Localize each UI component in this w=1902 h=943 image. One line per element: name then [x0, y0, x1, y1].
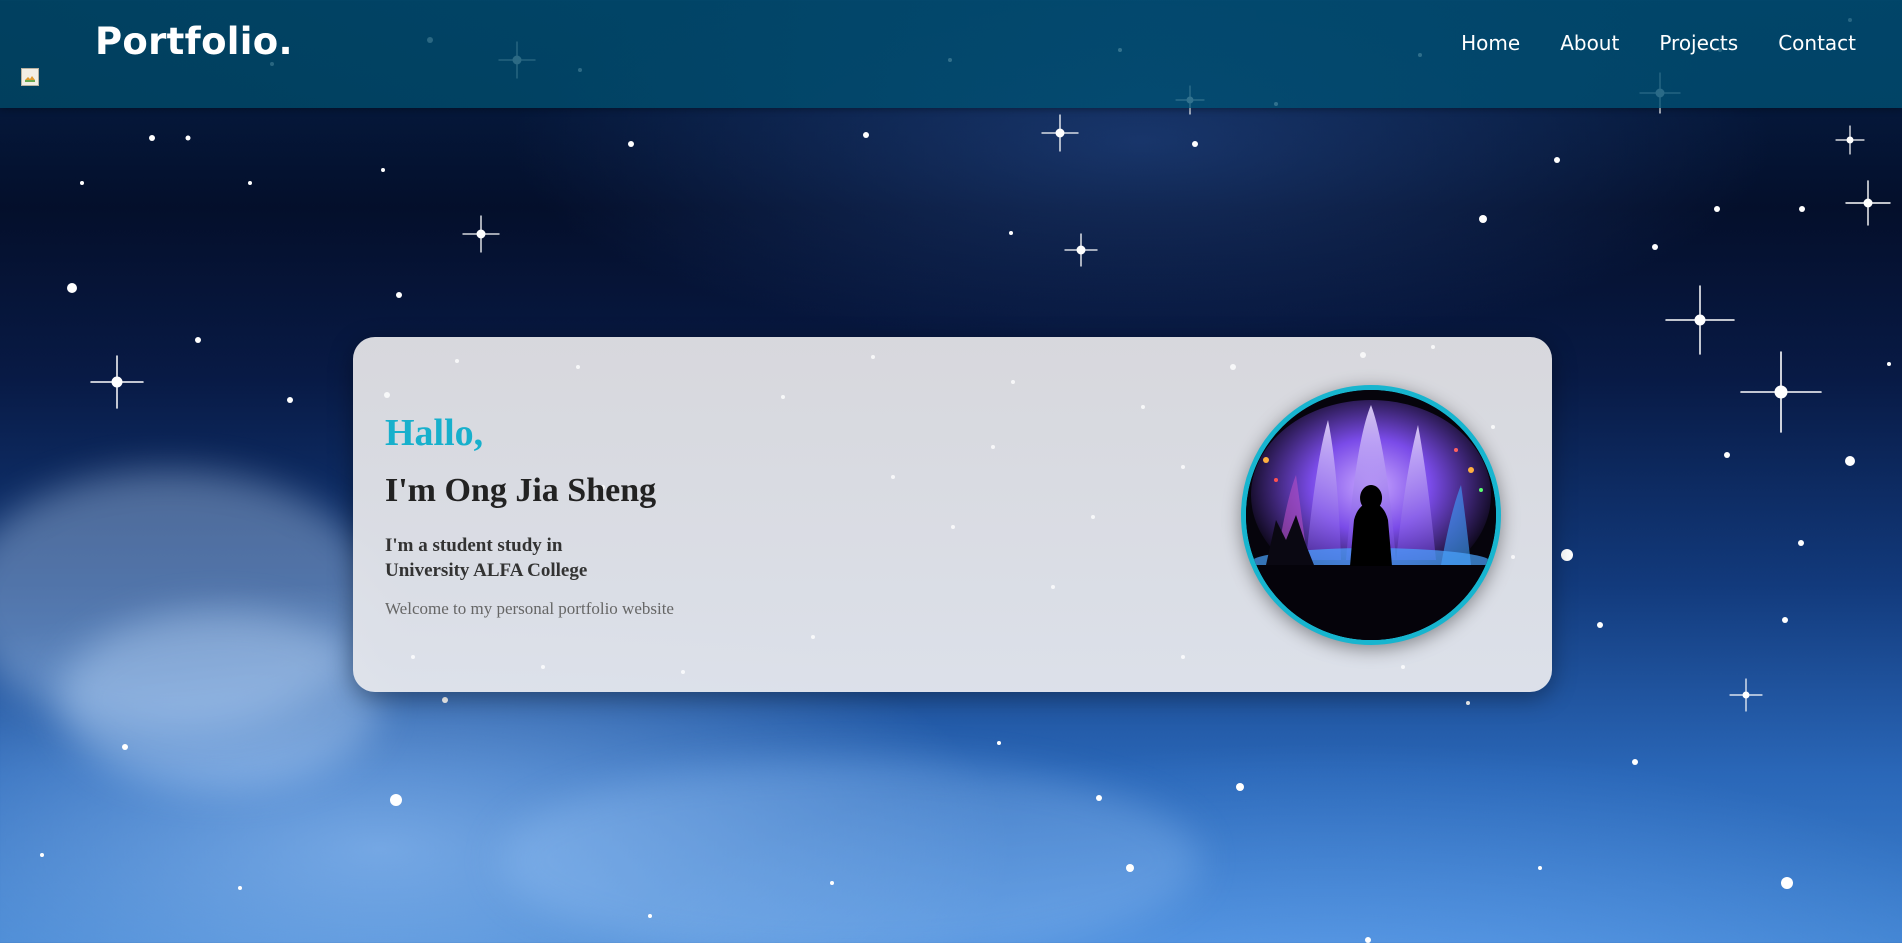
site-logo[interactable]: Portfolio.: [95, 20, 293, 63]
top-navbar: Portfolio. Home About Projects Contact: [0, 0, 1902, 108]
welcome-text: Welcome to my personal portfolio website: [385, 599, 674, 618]
study-line-2: University ALFA College: [385, 560, 588, 581]
study-text: I'm a student study in University ALFA C…: [385, 533, 587, 583]
hero-card: Hallo, I'm Ong Jia Sheng I'm a student s…: [353, 337, 1552, 692]
nav-contact[interactable]: Contact: [1778, 31, 1856, 55]
broken-image-icon: [21, 68, 39, 86]
profile-photo: [1241, 385, 1501, 645]
cloud: [500, 760, 1200, 943]
name-heading: I'm Ong Jia Sheng: [385, 472, 657, 509]
main-nav: Home About Projects Contact: [1461, 31, 1856, 55]
nav-home[interactable]: Home: [1461, 31, 1520, 55]
nav-projects[interactable]: Projects: [1659, 31, 1738, 55]
greeting-heading: Hallo,: [385, 412, 484, 454]
study-line-1: I'm a student study in: [385, 535, 563, 556]
nav-about[interactable]: About: [1560, 31, 1619, 55]
cloud: [60, 610, 380, 790]
